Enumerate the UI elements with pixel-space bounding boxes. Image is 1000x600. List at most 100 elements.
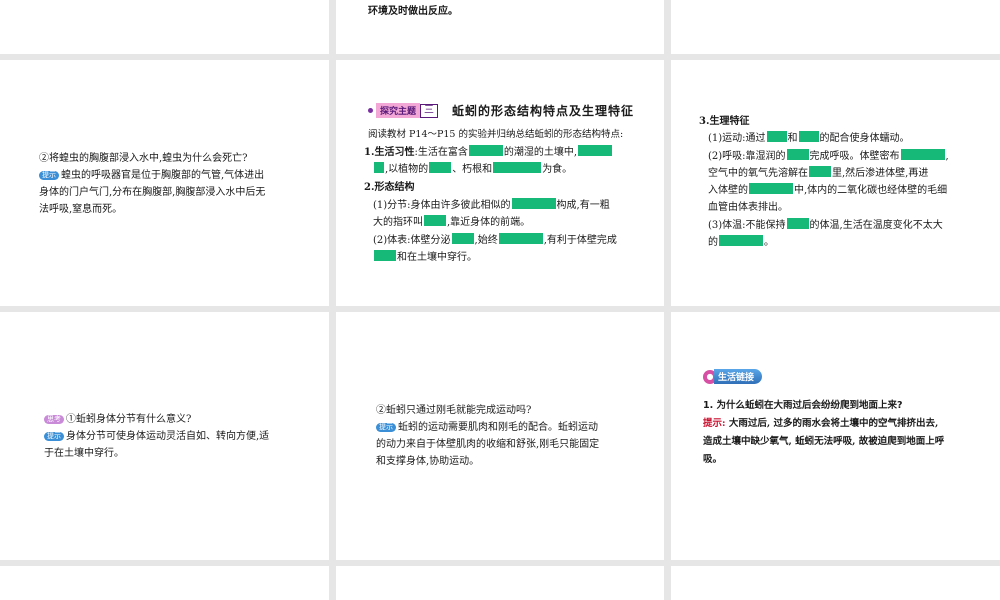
segment-text: 大的指环叫: [373, 217, 423, 228]
habit-label: 1.生活习性: [364, 147, 415, 158]
habit-line1: 1.生活习性:生活在富含 的潮湿的土壤中,: [364, 144, 613, 161]
slide-bottom-right: [671, 566, 1000, 600]
locust-hint-line3: 法呼吸,窒息而死。: [39, 204, 123, 215]
answer-blank[interactable]: [798, 131, 819, 142]
breath-text: 入体壁的: [708, 185, 748, 196]
answer-blank[interactable]: [719, 235, 763, 246]
answer-blank[interactable]: [900, 149, 945, 160]
temp-line1: (3)体温:不能保持 的体温,生活在温度变化不太大: [708, 217, 943, 234]
answer-blank[interactable]: [374, 250, 396, 261]
segment-text: ,靠近身体的前端。: [447, 217, 531, 228]
hint-label: 提示:: [703, 418, 726, 429]
answer-blank[interactable]: [786, 218, 809, 229]
temp-line2: 的。: [708, 234, 774, 251]
habit-line2: ,以植物的 、朽根和 为食。: [373, 161, 572, 178]
habit-text: 的潮湿的土壤中,: [503, 147, 578, 158]
surface-text: 和在土壤中穿行。: [397, 252, 477, 263]
segment-hint-line1: 提示 身体分节可使身体运动灵活自如、转向方便,适: [44, 428, 269, 445]
hint-text: 蝗虫的呼吸器官是位于胸腹部的气管,气体进出: [61, 170, 265, 181]
slide-top-left: [0, 0, 329, 54]
slide-segment-question: 思考 ①蚯蚓身体分节有什么意义? 提示 身体分节可使身体运动灵活自如、转向方便,适 …: [0, 312, 329, 560]
answer-blank[interactable]: [766, 131, 787, 142]
breath-text: 里,然后渗进体壁,再进: [832, 168, 929, 179]
life-link-label: 生活链接: [714, 369, 763, 384]
temp-text: 的: [708, 237, 718, 248]
answer-blank[interactable]: [429, 162, 452, 173]
hint-text: 蚯蚓的运动需要肌肉和刚毛的配合。蚯蚓运动: [398, 422, 598, 433]
locust-hint-line: 提示 蝗虫的呼吸器官是位于胸腹部的气管,气体进出: [39, 167, 264, 184]
slide-locust: ②将蝗虫的胸腹部浸入水中,蝗虫为什么会死亡? 提示 蝗虫的呼吸器官是位于胸腹部的气…: [0, 60, 329, 306]
breath-text: 空气中的氧气先溶解在: [708, 168, 808, 179]
answer-blank[interactable]: [493, 162, 542, 173]
slide-top-middle: 环境及时做出反应。: [336, 0, 664, 54]
segment-hint-line2: 于在土壤中穿行。: [44, 448, 124, 459]
slide-bottom-left: [0, 566, 329, 600]
life-link-badge: ● 生活链接: [703, 369, 763, 384]
slide-topic3: 探究主题 三 蚯蚓的形态结构特点及生理特征 阅读教材 P14～P15 的实验并归…: [336, 60, 664, 306]
habit-text: 为食。: [542, 164, 573, 175]
bristle-hint-line3: 和支撑身体,协助运动。: [376, 456, 480, 467]
slide-bottom-middle: [336, 566, 664, 600]
answer-blank[interactable]: [374, 162, 384, 173]
answer-blank[interactable]: [511, 198, 556, 209]
breath-text: ,: [945, 151, 949, 162]
bristle-hint-line2: 的动力来自于体壁肌肉的收缩和舒张,刚毛只能固定: [376, 439, 600, 450]
locust-hint-line2: 身体的门户气门,分布在胸腹部,胸腹部浸入水中后无: [39, 187, 266, 198]
life-question: 1. 为什么蚯蚓在大雨过后会纷纷爬到地面上来?: [703, 400, 903, 411]
habit-text: 、朽根和: [452, 164, 493, 175]
topic-title: 蚯蚓的形态结构特点及生理特征: [452, 104, 635, 118]
topic-header: 探究主题 三 蚯蚓的形态结构特点及生理特征: [368, 102, 634, 119]
top-mid-text: 环境及时做出反应。: [368, 6, 458, 17]
habit-text: ,以植物的: [385, 164, 429, 175]
temp-text: 的体温,生活在温度变化不太大: [809, 220, 943, 231]
life-answer-line2: 造成土壤中缺少氧气, 蚯蚓无法呼吸, 故被迫爬到地面上呼: [703, 436, 945, 447]
breath-line3: 入体壁的 中,体内的二氧化碳也经体壁的毛细: [708, 182, 947, 199]
answer-blank[interactable]: [468, 145, 503, 156]
locust-question: ②将蝗虫的胸腹部浸入水中,蝗虫为什么会死亡?: [39, 153, 248, 164]
segment-line1: (1)分节:身体由许多彼此相似的 构成,有一粗: [373, 197, 610, 214]
segment-question: 思考 ①蚯蚓身体分节有什么意义?: [44, 411, 191, 428]
answer-blank[interactable]: [578, 145, 613, 156]
breath-text: 中,体内的二氧化碳也经体壁的毛细: [794, 185, 948, 196]
answer-blank[interactable]: [786, 149, 809, 160]
breath-text: (2)呼吸:靠湿润的: [708, 151, 786, 162]
hint-tag: 提示: [376, 423, 396, 432]
slide-life-link: ● 生活链接 1. 为什么蚯蚓在大雨过后会纷纷爬到地面上来? 提示: 大雨过后,…: [671, 312, 1000, 560]
life-answer-line3: 吸。: [703, 454, 723, 465]
slide-physiology: 3.生理特征 (1)运动:通过 和 的配合使身体蠕动。 (2)呼吸:靠湿润的 完成呼吸…: [671, 60, 1000, 306]
segment-line2: 大的指环叫 ,靠近身体的前端。: [373, 214, 530, 231]
slide-grid: 环境及时做出反应。 ②将蝗虫的胸腹部浸入水中,蝗虫为什么会死亡? 提示 蝗虫的呼吸…: [0, 0, 1000, 600]
surface-text: ,有利于体壁完成: [543, 235, 617, 246]
hint-tag: 提示: [44, 432, 64, 441]
surface-text: (2)体表:体壁分泌: [373, 235, 451, 246]
move-text: (1)运动:通过: [708, 133, 766, 144]
breath-line2: 空气中的氧气先溶解在 里,然后渗进体壁,再进: [708, 165, 928, 182]
answer-text: 大雨过后, 过多的雨水会将土壤中的空气排挤出去,: [725, 418, 939, 429]
hint-tag: 提示: [39, 171, 59, 180]
breath-line1: (2)呼吸:靠湿润的 完成呼吸。体壁密布,: [708, 148, 949, 165]
answer-blank[interactable]: [498, 233, 543, 244]
move-text: 和: [787, 133, 798, 144]
habit-text: :生活在富含: [414, 147, 468, 158]
physio-label: 3.生理特征: [699, 116, 750, 127]
surface-line1: (2)体表:体壁分泌 ,始终 ,有利于体壁完成: [373, 232, 617, 249]
topic-badge: 探究主题: [376, 103, 421, 118]
breath-text: 完成呼吸。体壁密布: [809, 151, 900, 162]
temp-text: (3)体温:不能保持: [708, 220, 786, 231]
topic-intro: 阅读教材 P14～P15 的实验并归纳总结蚯蚓的形态结构特点:: [368, 129, 624, 140]
answer-blank[interactable]: [749, 183, 793, 194]
life-answer-line1: 提示: 大雨过后, 过多的雨水会将土壤中的空气排挤出去,: [703, 415, 938, 432]
topic-number: 三: [420, 103, 439, 118]
answer-blank[interactable]: [809, 166, 831, 177]
question-text: ①蚯蚓身体分节有什么意义?: [66, 414, 192, 425]
surface-line2: 和在土壤中穿行。: [373, 249, 477, 266]
answer-blank[interactable]: [424, 215, 446, 226]
slide-bristle-question: ②蚯蚓只通过刚毛就能完成运动吗? 提示 蚯蚓的运动需要肌肉和刚毛的配合。蚯蚓运动 …: [336, 312, 664, 560]
bristle-hint-line1: 提示 蚯蚓的运动需要肌肉和刚毛的配合。蚯蚓运动: [376, 419, 598, 436]
answer-blank[interactable]: [451, 233, 474, 244]
bullet-dot: [368, 108, 373, 113]
think-tag: 思考: [44, 415, 64, 424]
move-text: 的配合使身体蠕动。: [819, 133, 910, 144]
segment-text: 构成,有一粗: [556, 200, 610, 211]
morph-label: 2.形态结构: [364, 182, 415, 193]
